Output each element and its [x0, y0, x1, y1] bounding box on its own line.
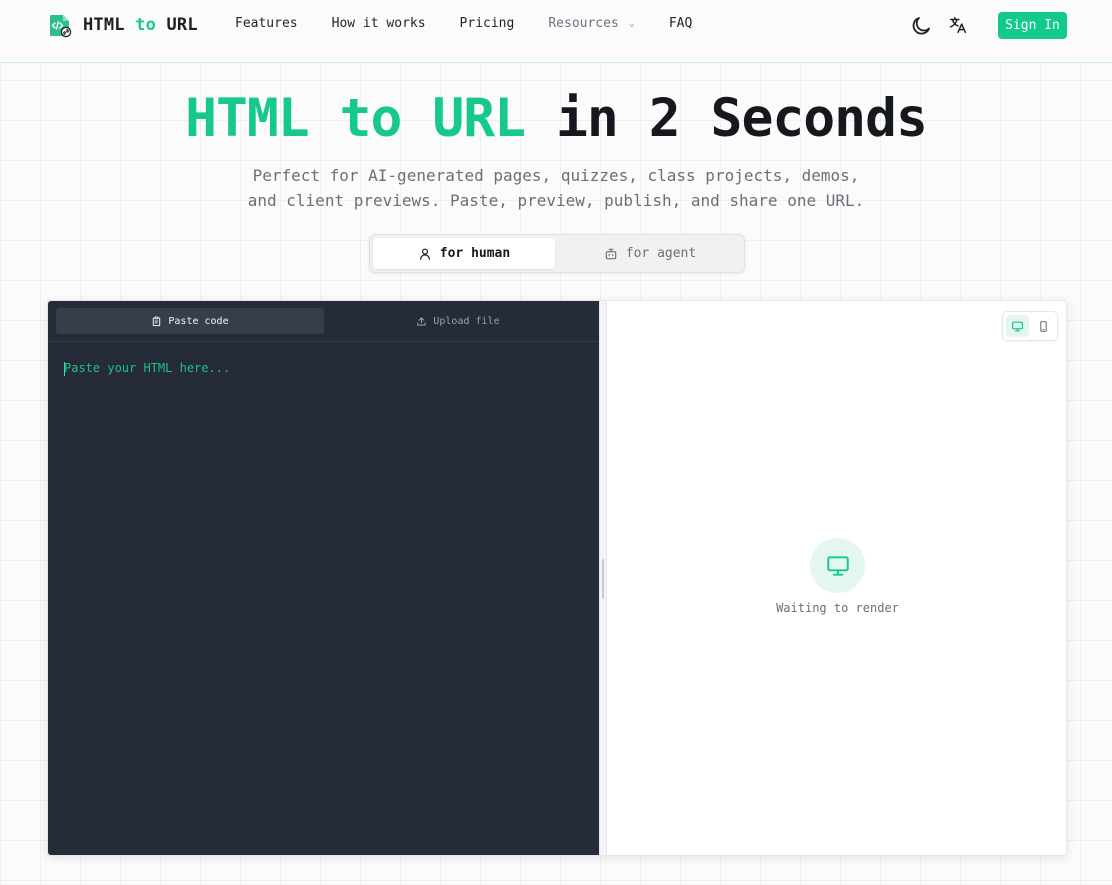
hero-title-rest: in 2 Seconds: [556, 88, 928, 149]
editor-tabs: Paste code Upload file: [48, 301, 599, 342]
brand-name-part3: URL: [166, 15, 198, 35]
mobile-view-button[interactable]: [1032, 315, 1055, 337]
chevron-down-icon: ⌄: [628, 18, 635, 29]
preview-panel: Waiting to render: [607, 301, 1066, 855]
html-code-input[interactable]: [64, 361, 584, 831]
hero-title-highlight: HTML to URL: [185, 88, 526, 149]
smartphone-icon: [1040, 320, 1047, 332]
upload-icon: [417, 316, 427, 326]
user-icon: [419, 248, 430, 260]
nav-link-faq[interactable]: FAQ: [669, 16, 692, 31]
nav-link-how-it-works[interactable]: How it works: [332, 16, 426, 31]
audience-mode-toggle: for human for agent: [369, 234, 745, 273]
resize-grip: [602, 559, 604, 599]
mode-for-human-label: for human: [439, 246, 511, 261]
mode-for-human-button[interactable]: for human: [373, 238, 555, 269]
moon-icon: [912, 17, 930, 35]
panel-resize-handle[interactable]: [599, 301, 607, 855]
brand-name-part1: HTML: [83, 15, 125, 35]
nav-link-features[interactable]: Features: [235, 16, 298, 31]
clipboard-icon: [153, 315, 161, 326]
nav-link-pricing[interactable]: Pricing: [460, 16, 515, 31]
translate-icon: [949, 16, 967, 34]
mode-for-agent-label: for agent: [625, 246, 697, 261]
hero-subtitle-line2: and client previews. Paste, preview, pub…: [247, 190, 865, 210]
nav-link-resources-dropdown[interactable]: Resources ⌄: [548, 16, 634, 31]
language-button[interactable]: [947, 14, 971, 38]
tab-upload-file-label: Upload file: [433, 315, 500, 327]
top-navbar: HTML to URL Features How it works Pricin…: [0, 0, 1112, 63]
waiting-status-text: Waiting to render: [776, 601, 899, 615]
bot-icon: [605, 248, 617, 259]
hero-subtitle-line1: Perfect for AI-generated pages, quizzes,…: [252, 166, 860, 185]
monitor-icon: [826, 555, 849, 576]
brand-name: HTML to URL: [83, 15, 198, 35]
tab-paste-code[interactable]: Paste code: [56, 308, 324, 334]
theme-toggle-button[interactable]: [909, 14, 933, 38]
tab-paste-code-label: Paste code: [168, 315, 229, 327]
logo-mark-icon: [50, 15, 72, 38]
text-cursor: [64, 362, 65, 376]
hero-subtitle: Perfect for AI-generated pages, quizzes,…: [0, 164, 1112, 213]
mode-for-agent-button[interactable]: for agent: [559, 238, 741, 269]
code-editor-panel: Paste code Upload file: [48, 301, 599, 855]
waiting-status-icon: [810, 538, 865, 593]
hero-title: HTML to URL in 2 Seconds: [0, 88, 1112, 149]
tab-upload-file[interactable]: Upload file: [324, 308, 592, 334]
monitor-icon: [1012, 321, 1023, 331]
device-toggle: [1002, 311, 1058, 341]
desktop-view-button[interactable]: [1006, 315, 1029, 337]
sign-in-button[interactable]: Sign In: [998, 12, 1067, 39]
brand-logo[interactable]: HTML to URL: [47, 12, 198, 38]
nav-link-resources-label: Resources: [548, 16, 619, 31]
brand-name-part2: to: [135, 15, 157, 35]
editor-preview-card: Paste code Upload file Paste your HTML h…: [47, 300, 1067, 856]
nav-links: Features How it works Pricing Resources ⌄…: [235, 16, 726, 31]
